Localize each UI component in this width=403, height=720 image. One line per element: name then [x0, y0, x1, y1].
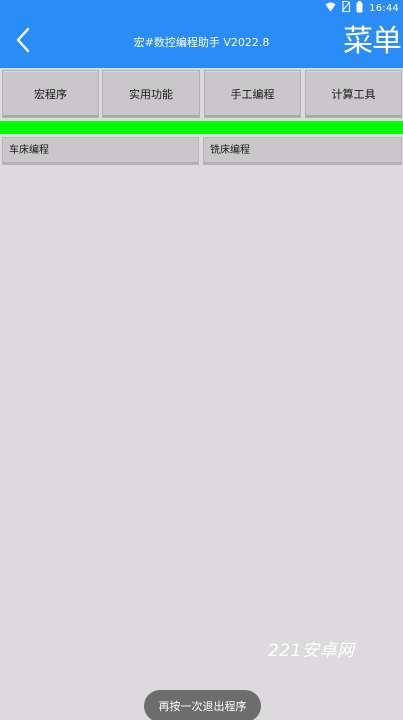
lathe-programming-button[interactable]: 车床编程 — [2, 137, 199, 165]
tab-macro-program[interactable]: 宏程序 — [2, 70, 99, 118]
status-bar: 16:44 — [0, 0, 403, 16]
back-button[interactable] — [8, 24, 38, 60]
watermark: 221安卓网 — [268, 641, 355, 661]
menu-button[interactable]: 菜单 — [343, 22, 402, 62]
selection-indicator-bar — [0, 121, 403, 134]
tab-manual-programming[interactable]: 手工编程 — [204, 70, 301, 118]
exit-toast: 再按一次退出程序 — [144, 690, 261, 720]
app-bar: 宏#数控编程助手 V2022.8 菜单 — [0, 16, 403, 68]
milling-programming-button[interactable]: 铣床编程 — [203, 137, 402, 165]
no-sim-icon — [341, 1, 351, 15]
tab-calc-tools[interactable]: 计算工具 — [305, 70, 402, 118]
app-title: 宏#数控编程助手 V2022.8 — [133, 36, 270, 49]
top-tab-bar: 宏程序 实用功能 手工编程 计算工具 — [0, 70, 403, 118]
status-icons: 16:44 — [325, 0, 399, 16]
chevron-left-icon — [16, 27, 30, 57]
battery-icon — [356, 0, 363, 16]
tab-utilities[interactable]: 实用功能 — [102, 70, 200, 118]
status-time: 16:44 — [369, 2, 399, 14]
wifi-icon — [325, 2, 336, 15]
